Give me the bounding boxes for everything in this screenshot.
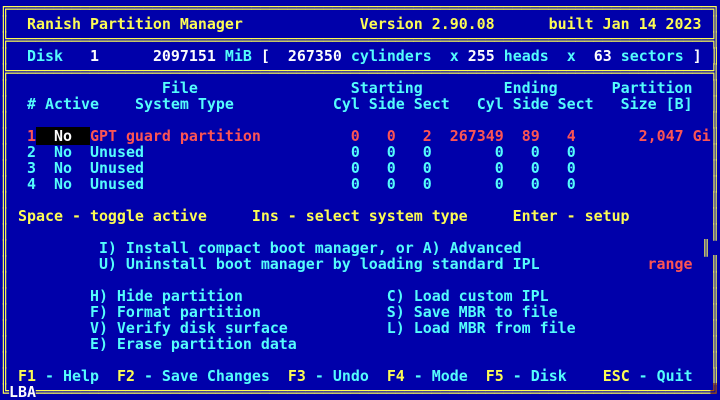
text-row-11: ║ 4 No Unused 0 0 0 0 0 0 ║ [0, 176, 720, 192]
text-row-16: ║ U) Uninstall boot manager by loading s… [0, 256, 720, 272]
text-row-4: ╠═══════════════════════════════════════… [0, 64, 720, 80]
text-row-2: ╠═══════════════════════════════════════… [0, 32, 720, 48]
text-row-10: ║ 3 No Unused 0 0 0 0 0 0 ║ [0, 160, 720, 176]
text-row-0: ╔═══════════════════════════════════════… [0, 0, 720, 16]
text-row-1: ║ Ranish Partition Manager Version 2.90.… [0, 16, 720, 32]
text-row-6: ║ # Active System Type Cyl Side Sect Cyl… [0, 96, 720, 112]
text-row-12: ║ ║ [0, 192, 720, 208]
text-row-3: ║ Disk 1 2097151 MiB [ 267350 cylinders … [0, 48, 720, 64]
bottom-left-corner: ╚ [0, 383, 9, 400]
text-row-20: ║ V) Verify disk surface L) Load MBR fro… [0, 320, 720, 336]
text-row-24: ╚LBA════════════════════════════════════… [0, 384, 720, 400]
lba-indicator: LBA [9, 383, 36, 400]
text-row-23: ║ F1 - Help F2 - Save Changes F3 - Undo … [0, 368, 720, 384]
text-row-15: ║ I) Install compact boot manager, or A)… [0, 240, 720, 256]
text-row-5: ║ File Starting Ending Partition ║ [0, 80, 720, 96]
text-row-19: ║ F) Format partition S) Save MBR to fil… [0, 304, 720, 320]
ranish-partition-manager-screen: ╔═══════════════════════════════════════… [0, 0, 720, 400]
text-row-18: ║ H) Hide partition C) Load custom IPL ║ [0, 288, 720, 304]
text-row-17: ║ ║ [0, 272, 720, 288]
bottom-border: ════════════════════════════════════════… [36, 383, 711, 400]
bottom-right-corner: ╝ [710, 383, 719, 400]
text-row-13: ║ Space - toggle active Ins - select sys… [0, 208, 720, 224]
text-row-8: ║ 1 No GPT guard partition 0 0 2 267349 … [0, 128, 720, 144]
text-row-7: ║ ║ [0, 112, 720, 128]
right-border: ║ [710, 223, 719, 241]
text-row-21: ║ E) Erase partition data ║ [0, 336, 720, 352]
text-row-9: ║ 2 No Unused 0 0 0 0 0 0 ║ [0, 144, 720, 160]
text-row-14: ║ ║ [0, 224, 720, 240]
text-row-22: ║ ║ [0, 352, 720, 368]
